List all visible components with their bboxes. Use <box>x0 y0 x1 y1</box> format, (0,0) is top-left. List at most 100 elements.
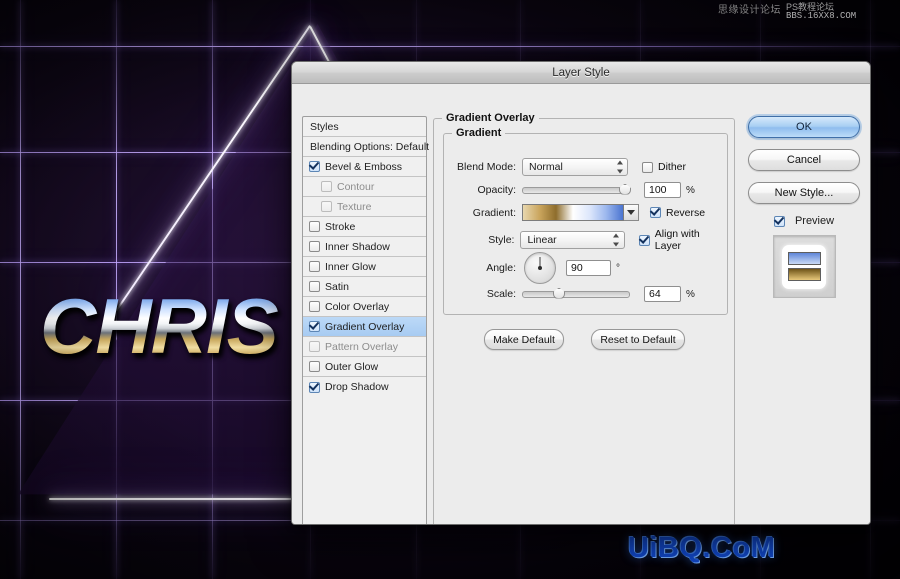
checkbox-outer-glow[interactable] <box>309 361 320 372</box>
style-row-bevel-emboss[interactable]: Bevel & Emboss <box>303 157 426 177</box>
make-default-button[interactable]: Make Default <box>484 329 564 350</box>
label-color-overlay: Color Overlay <box>325 300 390 313</box>
checkbox-satin[interactable] <box>309 281 320 292</box>
label-pattern-overlay: Pattern Overlay <box>325 340 398 353</box>
style-row-drop-shadow[interactable]: Drop Shadow <box>303 377 426 397</box>
cancel-button[interactable]: Cancel <box>748 149 860 171</box>
checkbox-contour[interactable] <box>321 181 332 192</box>
styles-list-header[interactable]: Styles <box>303 117 426 137</box>
opacity-unit: % <box>686 184 695 196</box>
styles-label: Styles <box>310 120 339 133</box>
watermark-top: 思缘设计论坛 PS教程论坛 BBS.16XX8.COM <box>718 1 898 21</box>
checkbox-color-overlay[interactable] <box>309 301 320 312</box>
style-row-contour[interactable]: Contour <box>303 177 426 197</box>
dither-option[interactable]: Dither <box>642 161 686 173</box>
angle-input[interactable]: 90 <box>566 260 611 276</box>
preview-option[interactable]: Preview <box>748 215 860 227</box>
dialog-actions: OK Cancel New Style... Preview <box>748 116 860 298</box>
style-row-texture[interactable]: Texture <box>303 197 426 217</box>
opacity-slider-thumb[interactable] <box>619 182 631 194</box>
label-stroke: Stroke <box>325 220 356 233</box>
blend-mode-select[interactable]: Normal <box>522 158 628 176</box>
label-satin: Satin <box>325 280 349 293</box>
layer-style-dialog: Layer Style Styles Blending Options: Def… <box>291 61 871 525</box>
dialog-body: Styles Blending Options: Default Bevel &… <box>292 84 870 524</box>
gradient-overlay-legend: Gradient Overlay <box>442 112 539 124</box>
preview-thumbnail-inner <box>782 244 826 289</box>
label-inner-glow: Inner Glow <box>325 260 376 273</box>
align-with-layer-label: Align with Layer <box>654 228 700 252</box>
scale-value: 64 <box>649 288 661 300</box>
opacity-slider[interactable] <box>522 186 630 194</box>
dialog-titlebar[interactable]: Layer Style <box>292 62 870 84</box>
style-label: Style: <box>488 234 515 246</box>
blending-options-row[interactable]: Blending Options: Default <box>303 137 429 157</box>
checkbox-drop-shadow[interactable] <box>309 381 320 393</box>
blend-mode-label: Blend Mode: <box>457 161 516 173</box>
opacity-value: 100 <box>649 184 667 196</box>
make-default-label: Make Default <box>493 333 555 346</box>
gradient-overlay-group: Gradient Overlay Gradient Blend Mode: No… <box>433 112 735 524</box>
style-row-satin[interactable]: Satin <box>303 277 426 297</box>
checkbox-bevel-emboss[interactable] <box>309 161 320 172</box>
style-row-gradient-overlay[interactable]: Gradient Overlay <box>303 317 426 337</box>
checkbox-align-with-layer[interactable] <box>638 234 650 246</box>
preview-band-blue <box>787 252 821 265</box>
styles-list-panel: Styles Blending Options: Default Bevel &… <box>302 116 429 524</box>
angle-unit: ° <box>616 262 620 274</box>
style-row-color-overlay[interactable]: Color Overlay <box>303 297 426 317</box>
blend-mode-value: Normal <box>529 161 563 173</box>
angle-dial[interactable] <box>524 252 556 284</box>
checkbox-gradient-overlay[interactable] <box>309 321 320 332</box>
checkbox-dither[interactable] <box>642 161 653 173</box>
chevron-down-icon <box>627 210 635 215</box>
gradient-label: Gradient: <box>472 206 516 219</box>
scale-slider-thumb[interactable] <box>553 286 565 298</box>
scale-input[interactable]: 64 <box>644 286 681 302</box>
reset-to-default-button[interactable]: Reset to Default <box>591 329 685 350</box>
align-with-layer-option[interactable]: Align with Layer <box>638 228 727 252</box>
reverse-option[interactable]: Reverse <box>650 207 705 219</box>
ok-label: OK <box>796 121 812 133</box>
checkbox-preview[interactable] <box>773 215 785 227</box>
opacity-input[interactable]: 100 <box>644 182 681 198</box>
scale-label: Scale: <box>486 288 516 300</box>
gradient-dropdown-button[interactable] <box>624 204 639 221</box>
gradient-legend: Gradient <box>452 127 506 139</box>
checkbox-inner-shadow[interactable] <box>309 241 320 252</box>
style-row-inner-shadow[interactable]: Inner Shadow <box>303 237 426 257</box>
watermark-forum-name: 思缘设计论坛 <box>718 5 781 16</box>
checkbox-texture[interactable] <box>321 201 332 212</box>
gradient-overlay-panel: Gradient Overlay Gradient Blend Mode: No… <box>433 106 735 524</box>
checkbox-inner-glow[interactable] <box>309 261 320 272</box>
style-row-stroke[interactable]: Stroke <box>303 217 426 237</box>
style-row-pattern-overlay[interactable]: Pattern Overlay <box>303 337 426 357</box>
style-select[interactable]: Linear <box>520 231 625 249</box>
new-style-label: New Style... <box>774 187 834 199</box>
watermark-bbs-url: BBS.16XX8.COM <box>786 11 857 21</box>
scale-slider[interactable] <box>522 290 630 298</box>
watermark-uibq: UiBQ.CoM <box>628 532 776 564</box>
gradient-picker[interactable] <box>522 204 639 221</box>
dialog-title: Layer Style <box>552 66 610 79</box>
angle-value: 90 <box>571 262 583 274</box>
reset-to-default-label: Reset to Default <box>600 333 676 346</box>
checkbox-reverse[interactable] <box>650 207 661 218</box>
cancel-label: Cancel <box>786 154 822 166</box>
label-contour: Contour <box>337 180 375 193</box>
label-gradient-overlay: Gradient Overlay <box>325 320 405 333</box>
style-row-inner-glow[interactable]: Inner Glow <box>303 257 426 277</box>
checkbox-pattern-overlay[interactable] <box>309 341 320 352</box>
preview-label: Preview <box>794 215 835 227</box>
style-row-outer-glow[interactable]: Outer Glow <box>303 357 426 377</box>
angle-label: Angle: <box>486 262 516 274</box>
chevron-updown-icon-style <box>613 233 620 247</box>
scale-unit: % <box>686 288 695 300</box>
ok-button[interactable]: OK <box>748 116 860 138</box>
checkbox-stroke[interactable] <box>309 221 320 232</box>
style-value: Linear <box>527 234 557 246</box>
gradient-swatch[interactable] <box>522 204 624 221</box>
dither-label: Dither <box>658 161 687 173</box>
new-style-button[interactable]: New Style... <box>748 182 860 204</box>
label-bevel-emboss: Bevel & Emboss <box>325 160 403 173</box>
